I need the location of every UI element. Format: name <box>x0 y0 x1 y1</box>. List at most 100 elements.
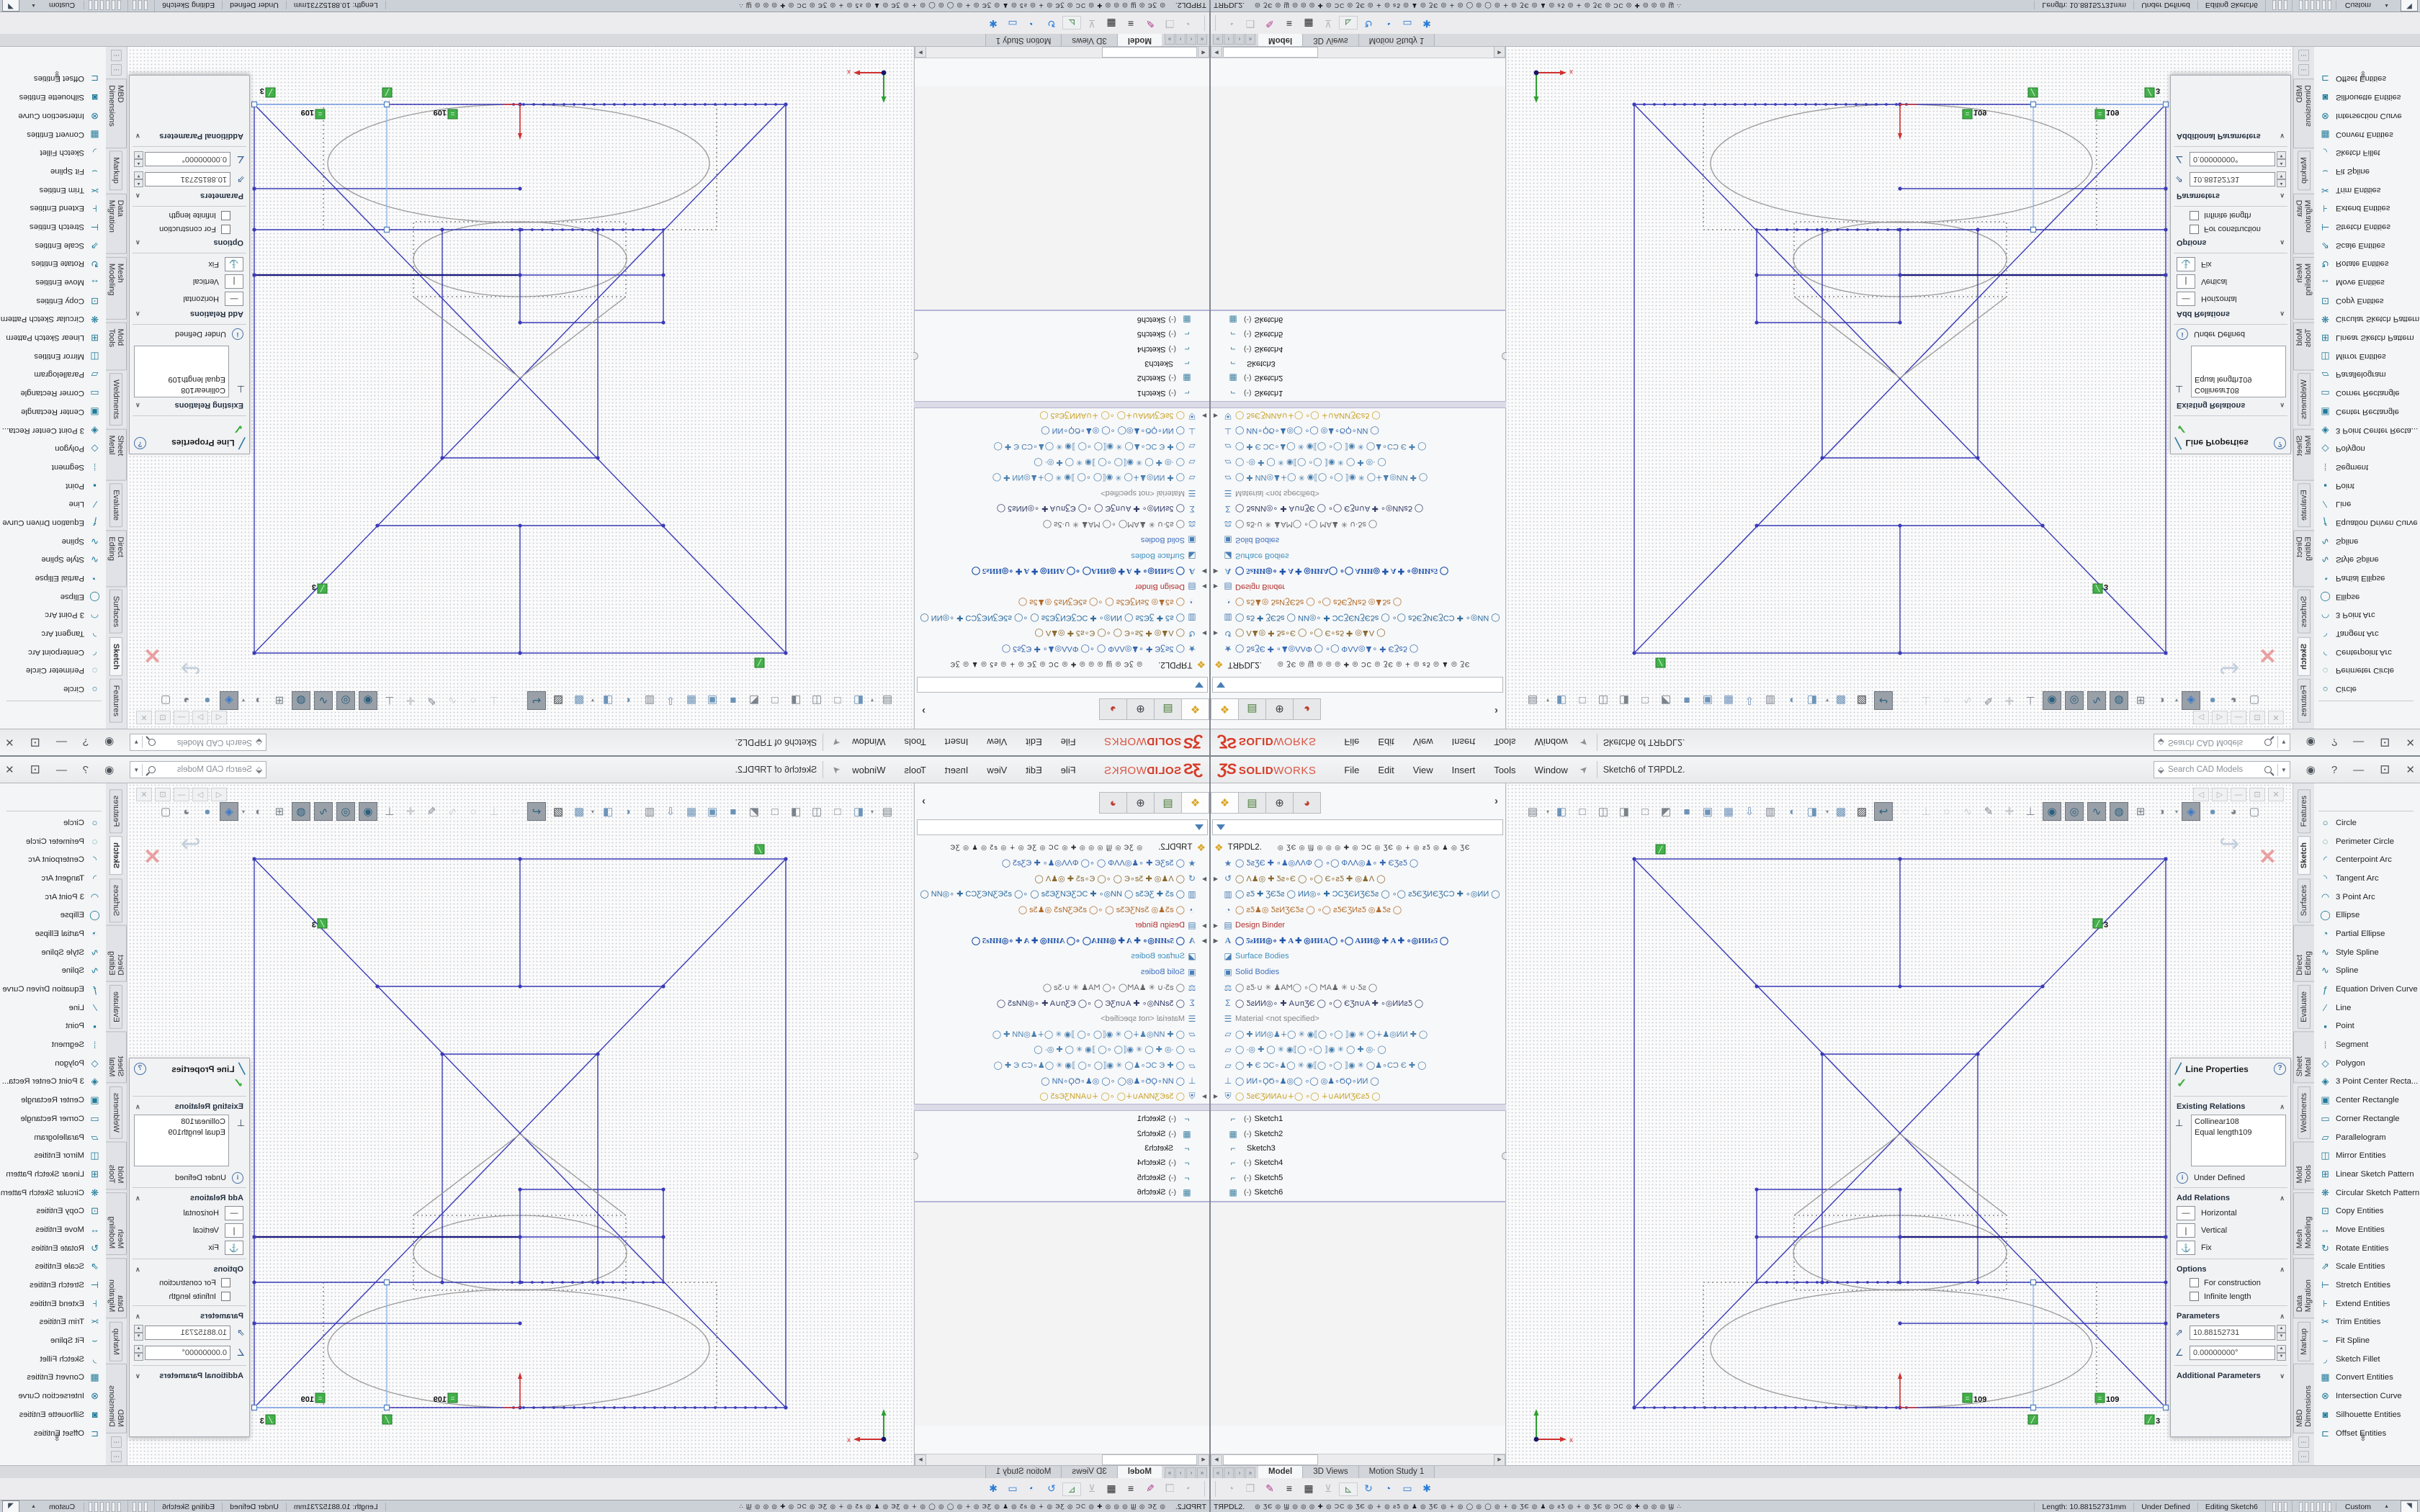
display-toolbar-icon[interactable]: ◔ <box>1023 1482 1041 1496</box>
spinner[interactable]: ▲▼ <box>2277 1325 2286 1341</box>
sketch-list-item[interactable]: ⌐ (-) Sketch5 <box>1211 1171 1506 1185</box>
restore-button[interactable]: ⊡ <box>2380 762 2390 777</box>
sketch-list-item[interactable]: ⌐ Sketch3 <box>914 1141 1209 1156</box>
expander-icon[interactable]: ▶ <box>1199 1093 1209 1099</box>
sketch-list-item[interactable]: ⌐ (-) Sketch1 <box>914 1112 1209 1126</box>
commandmanager-tab[interactable]: Evaluate <box>2298 985 2311 1029</box>
tree-item[interactable]: ▥ ◯ ƨƼ ✚ ƷЄƼƨ ◯ ИИ◎∘ ✚ ϽϹƷЄИƷЄƼƨ ◯ ∘◯ ƨƼ… <box>1211 610 1506 626</box>
relation-entry[interactable]: Collinear108 <box>2195 1117 2282 1128</box>
headsup-icon[interactable]: ▾ <box>590 803 596 820</box>
tool-item[interactable]: ↔ Move Entities <box>2314 273 2420 292</box>
tree-item[interactable]: ☰ Material <not specified> <box>914 485 1209 501</box>
headsup-icon[interactable]: ∿ <box>1959 803 1976 820</box>
headsup-icon[interactable]: ● <box>199 803 216 820</box>
panel-tab[interactable]: ❖ <box>1181 698 1209 720</box>
tool-item[interactable]: ◫ Mirror Entities <box>2314 347 2420 366</box>
tree-splitter[interactable] <box>1211 401 1506 408</box>
headsup-icon[interactable]: □ <box>766 692 784 709</box>
display-toolbar-icon[interactable]: ↻ <box>1043 1482 1060 1496</box>
sketch-list-item[interactable]: ▦ (-) Sketch2 <box>1211 371 1506 385</box>
expander-icon[interactable]: ▶ <box>1199 568 1209 575</box>
headsup-icon[interactable]: ◫ <box>1595 803 1612 820</box>
document-tab[interactable]: 3D Views <box>1061 1466 1116 1479</box>
display-toolbar-icon[interactable]: ▭ <box>1399 1482 1416 1496</box>
tool-item[interactable]: ⊡ Copy Entities <box>0 292 106 310</box>
tree-filter[interactable] <box>1212 819 1503 835</box>
exit-sketch-icon[interactable]: ↩ <box>2219 829 2240 858</box>
commandmanager-tab[interactable]: Sketch <box>2298 637 2311 676</box>
scroll-left-icon[interactable]: ◀ <box>1198 1454 1209 1466</box>
pm-help-icon[interactable]: ? <box>134 1063 146 1075</box>
minimize-button[interactable]: — <box>2353 764 2364 776</box>
restore-button[interactable]: ⊡ <box>2380 735 2390 750</box>
tree-root[interactable]: ❖ TЯPDL2. ◎ ƷЄ ◎ Ϣ ◎ ◎ ◎ ✚ ◎ ϽϹ ◎ ƷЄ ◎ ∔… <box>1211 840 1506 855</box>
spin-down-icon[interactable]: ▼ <box>134 1333 143 1341</box>
parameter-input[interactable]: 10.88152731 <box>145 172 230 186</box>
add-relation-button[interactable]: — Horizontal <box>130 290 249 307</box>
headsup-icon[interactable]: ⊥ <box>2022 692 2039 709</box>
headsup-icon[interactable]: ▨ <box>1853 803 1870 820</box>
sketch-list-item[interactable]: ⌐ (-) Sketch5 <box>914 1171 1209 1185</box>
tree-item[interactable]: ▱ ◯ ✚ Є ϽϹ∘♟◯ ✳ ◉⟦◯ ∘◯ ⟧◉ ✳ ◯♟∘ϹϽ Є ✚ ◯ <box>914 439 1209 455</box>
pm-accept-button[interactable]: ✓ <box>130 418 249 436</box>
tree-splitter[interactable] <box>1211 1104 1506 1111</box>
minimize-button[interactable]: — <box>56 764 67 776</box>
section-parameters[interactable]: Parameters ∧ <box>130 189 249 204</box>
expander-icon[interactable]: ▶ <box>1211 583 1221 590</box>
headsup-icon[interactable]: ○ <box>465 692 482 709</box>
commandmanager-tab[interactable]: Direct Editing <box>106 925 127 982</box>
scrollbar-thumb[interactable] <box>1223 47 1318 58</box>
headsup-icon[interactable]: ◩ <box>745 692 763 709</box>
commandmanager-tab[interactable]: ⋮ <box>2298 50 2309 61</box>
headsup-icon[interactable]: ○ <box>1938 692 1955 709</box>
option-row[interactable]: Infinite length <box>2171 1290 2290 1303</box>
panel-tab[interactable]: ▤ <box>1154 698 1181 720</box>
tool-item[interactable]: ◫ Mirror Entities <box>0 1146 106 1165</box>
sketch-list-item[interactable]: ▦ (-) Sketch2 <box>914 371 1209 385</box>
tree-item[interactable]: ▱ ◯ ✚ ИИ◎♟∔◯ ✳ ◉⟦◯ ∘◯ ⟧◉ ✳ ◯∔♟◎ИИ ✚ ◯ <box>914 1027 1209 1043</box>
tool-item[interactable]: ▱ Parallelogram <box>2314 1128 2420 1147</box>
tab-nav-icon[interactable]: ‹ <box>1186 1467 1196 1479</box>
document-tab[interactable]: Model <box>1258 33 1303 46</box>
tool-item[interactable]: ↻ Rotate Entities <box>2314 255 2420 274</box>
checkbox[interactable] <box>221 211 230 220</box>
collapse-icon[interactable]: ∧ <box>2280 1266 2285 1274</box>
spin-down-icon[interactable]: ▼ <box>2277 151 2286 159</box>
commandmanager-tab[interactable]: Features <box>2298 679 2311 723</box>
commandmanager-tab[interactable]: Markup <box>2298 151 2311 191</box>
headsup-icon[interactable]: ○ <box>1938 803 1955 820</box>
headsup-icon[interactable]: ◧ <box>1553 692 1570 709</box>
headsup-icon[interactable]: ■ <box>725 803 742 820</box>
headsup-icon[interactable]: ▩ <box>570 803 588 820</box>
headsup-icon[interactable]: ◍ <box>2110 802 2128 821</box>
display-toolbar-icon[interactable]: ⊾ <box>1339 17 1358 30</box>
panel-tabs-overflow[interactable]: › <box>1494 795 1498 807</box>
checkbox[interactable] <box>221 225 230 234</box>
sketch-list-item[interactable]: ▦ (-) Sketch2 <box>914 1126 1209 1140</box>
restore-button[interactable]: ⊡ <box>30 762 40 777</box>
headsup-icon[interactable]: ● <box>199 692 216 709</box>
tool-item[interactable]: ▱ Parallelogram <box>0 366 106 384</box>
tree-item[interactable]: Σ ◯ ƼƨИИ◎∘ ✚ Α∪пƷЄ ◯ ∘◯ ЄƷп∪Α ✚ ∘◎ИИƨƼ ◯ <box>1211 995 1506 1011</box>
display-toolbar-icon[interactable]: ⊻ <box>1083 1482 1101 1496</box>
headsup-icon[interactable]: ◑ <box>250 803 267 820</box>
scroll-right-icon[interactable]: ▶ <box>1494 1454 1505 1466</box>
tool-item[interactable]: ◜ Centerpoint Arc <box>2314 643 2420 662</box>
tool-item[interactable]: ○ Circle <box>0 680 106 698</box>
headsup-icon[interactable]: ✚ <box>2001 692 2018 709</box>
tool-item[interactable]: ◌ Perimeter Circle <box>2314 662 2420 680</box>
spin-up-icon[interactable]: ▲ <box>2277 159 2286 167</box>
headsup-icon[interactable]: □ <box>829 692 846 709</box>
commandmanager-tab[interactable]: Sketch <box>110 836 123 875</box>
section-existing-relations[interactable]: Existing Relations ∧ <box>130 399 249 413</box>
document-tab[interactable]: Motion Study 1 <box>1359 33 1435 46</box>
headsup-icon[interactable]: ◨ <box>787 692 805 709</box>
commandmanager-tab[interactable]: Mesh Modeling <box>2293 1192 2315 1255</box>
headsup-icon[interactable]: ◧ <box>850 692 867 709</box>
tree-item[interactable]: ▱ ◯ ∙◎ ✚ ◯ ✳ ◉⟦◯ ∘◯ ⟧◉ ✳ ◯ ✚ ◎∙ ◯ <box>1211 454 1506 470</box>
menu-item[interactable]: Insert <box>936 734 978 751</box>
tool-item[interactable]: ƒ Equation Driven Curve <box>2314 980 2420 999</box>
headsup-icon[interactable]: ◍ <box>2110 691 2128 710</box>
headsup-icon[interactable]: ◎ <box>2065 802 2084 821</box>
doc-window-control-icon[interactable]: — <box>2231 788 2246 801</box>
